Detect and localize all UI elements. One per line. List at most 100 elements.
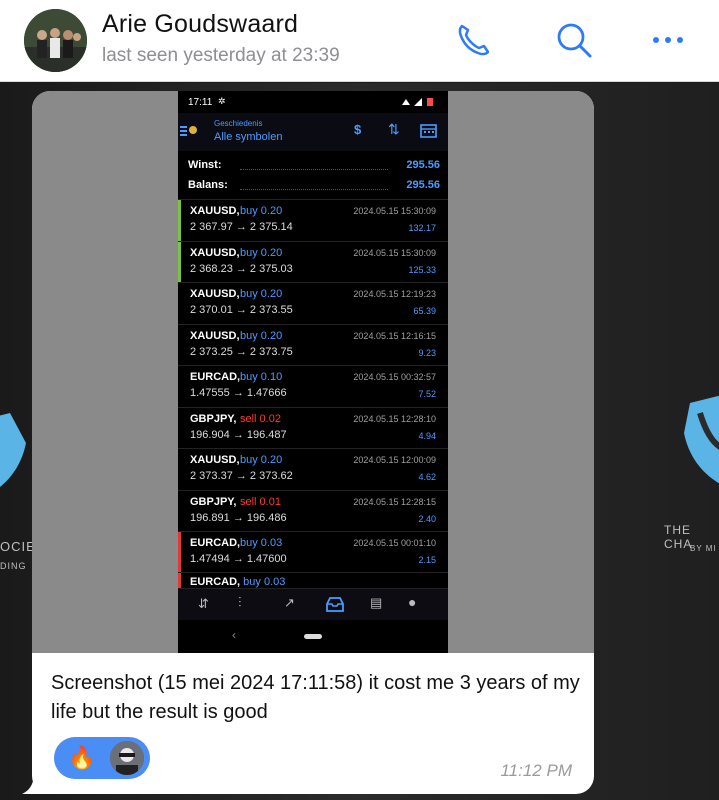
- trade-action: buy 0.20: [240, 454, 283, 466]
- trade-datetime: 2024.05.15 15:30:09: [353, 206, 436, 216]
- message-bubble[interactable]: 17:11 ✲ Geschiedenis Alle symbolen $ ⇅ W…: [32, 91, 594, 794]
- trade-row: XAUUSD, 2 368.23 → 2 375.03 2024.05.15 15:…: [178, 240, 448, 283]
- phone-toolbar: Geschiedenis Alle symbolen $ ⇅: [178, 113, 448, 151]
- trade-profit: 2.40: [418, 513, 436, 524]
- trade-symbol: XAUUSD,: [190, 454, 240, 466]
- trade-row: XAUUSD, 2 370.01 → 2 373.55 2024.05.15 12:…: [178, 282, 448, 323]
- winst-value: 295.56: [406, 159, 440, 171]
- trade-profit: 9.23: [418, 347, 436, 358]
- contact-avatar[interactable]: [24, 9, 87, 72]
- trade-symbol: EURCAD,: [190, 371, 241, 383]
- trade-profit: 4.62: [418, 472, 436, 482]
- search-icon[interactable]: [552, 18, 596, 62]
- trade-action: buy 0.10: [240, 371, 283, 383]
- trade-prices: 2 373.25 → 2 373.75: [190, 345, 293, 358]
- phone-icon[interactable]: [452, 18, 496, 62]
- phone-status-time: 17:11: [188, 97, 213, 108]
- trade-row: XAUUSD, 2 373.37 → 2 373.62 2024.05.15 12:…: [178, 448, 448, 489]
- trade-action: sell 0.01: [240, 495, 281, 508]
- toolbar-title: Alle symbolen: [214, 131, 283, 143]
- wallpaper-subtext-right: BY MI: [690, 544, 717, 553]
- trade-row: GBPJPY, 196.891 → 196.486 2024.05.15 12:28…: [178, 489, 448, 531]
- wallpaper-logo-right: [684, 395, 719, 484]
- trade-prices: 2 373.37 → 2 373.62: [190, 470, 293, 482]
- phone-gesture-bar: ‹: [178, 620, 448, 653]
- quotes-icon: ⇵: [198, 596, 209, 611]
- trade-prices: 196.904 → 196.487: [190, 428, 287, 441]
- trade-profit: 65.39: [413, 306, 436, 316]
- trade-profit: 2.15: [418, 555, 436, 565]
- trade-datetime: 2024.05.15 15:30:09: [353, 247, 436, 258]
- balans-label: Balans:: [188, 179, 228, 191]
- balans-value: 295.56: [406, 179, 440, 191]
- trade-profit: 132.17: [408, 223, 436, 233]
- trade-datetime: 2024.05.15 12:16:15: [353, 330, 436, 341]
- partial-row-symbol: EURCAD, buy 0.03: [190, 576, 286, 588]
- message-time: 11:12 PM: [500, 761, 572, 780]
- trade-symbol: XAUUSD,: [190, 205, 240, 217]
- last-seen-status: last seen yesterday at 23:39: [102, 45, 340, 66]
- news-icon: ▤: [370, 595, 383, 610]
- message-caption: Screenshot (15 mei 2024 17:11:58) it cos…: [51, 672, 580, 723]
- winst-label: Winst:: [188, 159, 222, 171]
- trade-datetime: 2024.05.15 12:28:15: [353, 496, 436, 507]
- wallpaper-subtext-left: DING: [0, 561, 27, 571]
- back-icon: ‹: [232, 628, 236, 642]
- trade-row-marker: [178, 241, 181, 283]
- phone-screenshot: 17:11 ✲ Geschiedenis Alle symbolen $ ⇅ W…: [178, 91, 448, 653]
- trade-action: sell 0.02: [240, 412, 281, 425]
- trade-row: EURCAD, 1.47555 → 1.47666 2024.05.15 00:32…: [178, 365, 448, 406]
- trade-action: buy 0.20: [240, 288, 283, 300]
- trade-action: buy 0.20: [240, 205, 283, 217]
- phone-bottom-nav: ⇵ ⫶ ↗ ▤ ●: [178, 588, 448, 620]
- trade-action: buy 0.03: [240, 537, 283, 549]
- more-icon[interactable]: [646, 18, 690, 62]
- trade-symbol: GBPJPY,: [190, 412, 237, 425]
- trade-row-marker: [178, 200, 181, 241]
- trade-profit: 125.33: [408, 264, 436, 275]
- trade-datetime: 2024.05.15 00:32:57: [353, 372, 436, 382]
- trade-symbol: XAUUSD,: [190, 288, 240, 300]
- trade-row: XAUUSD, 2 373.25 → 2 373.75 2024.05.15 12:…: [178, 323, 448, 365]
- toolbar-subtitle: Geschiedenis: [214, 119, 263, 128]
- reactor-avatar: [110, 741, 144, 775]
- history-icon: [326, 597, 344, 612]
- wallpaper-text-left: OCIE: [0, 539, 36, 554]
- trade-row-marker: [178, 532, 181, 573]
- fire-reaction[interactable]: 🔥: [68, 745, 95, 771]
- sort-icon: ⇅: [388, 121, 400, 137]
- trade-row: GBPJPY, 196.904 → 196.487 2024.05.15 12:28…: [178, 406, 448, 448]
- reactions-bar[interactable]: 🔥: [54, 737, 150, 779]
- trade-symbol: XAUUSD,: [190, 246, 240, 259]
- contact-name[interactable]: Arie Goudswaard: [102, 10, 298, 39]
- trade-datetime: 2024.05.15 00:01:10: [353, 538, 436, 548]
- chart-icon: ⫶: [238, 594, 242, 610]
- trade-row: XAUUSD, 2 367.97 → 2 375.14 2024.05.15 15:…: [178, 199, 448, 241]
- trade-prices: 196.891 → 196.486: [190, 511, 287, 524]
- currency-icon: $: [354, 122, 362, 137]
- trade-profit: 4.94: [418, 430, 436, 441]
- trade-prices: 2 370.01 → 2 373.55: [190, 304, 293, 316]
- phone-status-bar: 17:11 ✲: [178, 91, 448, 113]
- trade-symbol: EURCAD,: [190, 537, 241, 549]
- chat-icon: ●: [408, 594, 417, 610]
- home-pill: [304, 634, 322, 639]
- trade-profit: 7.52: [418, 389, 436, 399]
- trade-prices: 2 368.23 → 2 375.03: [190, 262, 293, 275]
- trade-prices: 1.47494 → 1.47600: [190, 553, 287, 565]
- attached-screenshot[interactable]: 17:11 ✲ Geschiedenis Alle symbolen $ ⇅ W…: [32, 91, 594, 653]
- winst-row: Winst: 295.56: [178, 155, 448, 175]
- menu-icon: [180, 126, 197, 136]
- calendar-icon: [420, 124, 437, 138]
- chat-header: Arie Goudswaard last seen yesterday at 2…: [0, 0, 719, 82]
- phone-notif-icon: ✲: [218, 96, 226, 106]
- trade-prices: 1.47555 → 1.47666: [190, 387, 287, 399]
- phone-signal-battery-icon: [402, 98, 433, 106]
- wallpaper-logo-left: [0, 413, 26, 487]
- trade-datetime: 2024.05.15 12:28:10: [353, 413, 436, 424]
- trade-prices: 2 367.97 → 2 375.14: [190, 221, 293, 233]
- trade-datetime: 2024.05.15 12:19:23: [353, 289, 436, 299]
- trade-symbol: GBPJPY,: [190, 495, 237, 508]
- trade-datetime: 2024.05.15 12:00:09: [353, 455, 436, 465]
- trade-icon: ↗: [284, 595, 295, 610]
